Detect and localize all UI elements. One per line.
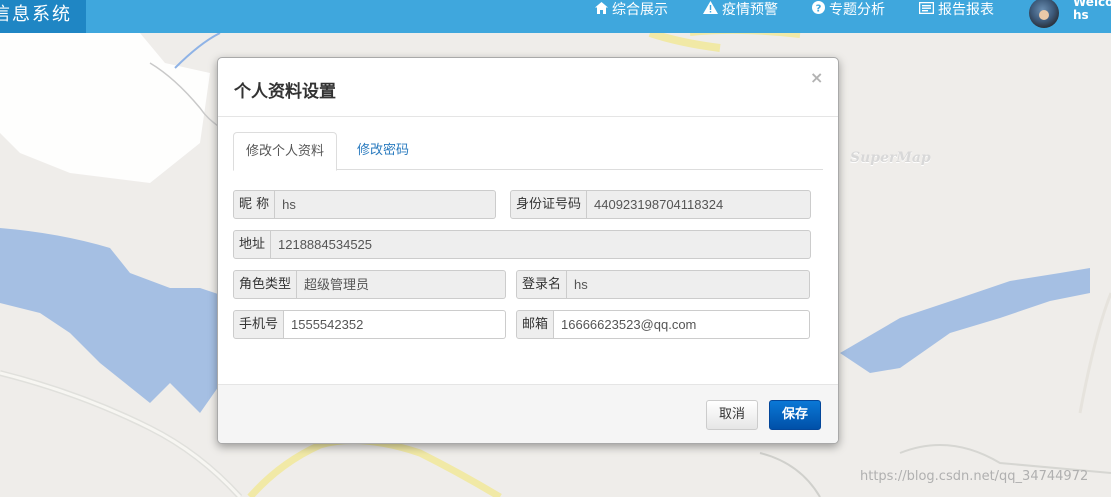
- save-button[interactable]: 保存: [769, 400, 822, 430]
- user-avatar[interactable]: [1029, 0, 1059, 28]
- address-input[interactable]: 1218884534525: [271, 230, 811, 259]
- nav-item-overview-label: 综合展示: [612, 2, 668, 18]
- phone-field: 手机号 1555542352: [233, 310, 506, 339]
- report-icon: [918, 0, 935, 20]
- modal-title: 个人资料设置: [234, 82, 336, 102]
- app-brand-text: 信息系统: [0, 4, 72, 25]
- role-input[interactable]: 超级管理员: [297, 270, 506, 299]
- role-label: 角色类型: [233, 270, 298, 299]
- address-label: 地址: [233, 230, 272, 259]
- nickname-label: 昵 称: [233, 190, 276, 219]
- profile-settings-modal: 个人资料设置 × 修改个人资料 修改密码 昵 称 hs 身份证号码 440923…: [217, 57, 839, 444]
- nav-item-reports[interactable]: 报告报表: [918, 0, 994, 20]
- id-number-label: 身份证号码: [510, 190, 588, 219]
- login-name-field: 登录名 hs: [516, 270, 810, 299]
- nav-item-analysis-label: 专题分析: [829, 2, 885, 18]
- modal-header: 个人资料设置 ×: [218, 58, 838, 117]
- phone-input[interactable]: 1555542352: [284, 310, 506, 339]
- modal-tabs: 修改个人资料 修改密码: [233, 132, 823, 171]
- tab-edit-profile[interactable]: 修改个人资料: [233, 132, 338, 171]
- nav-item-warning-label: 疫情预警: [722, 2, 778, 18]
- nickname-field: 昵 称 hs: [233, 190, 496, 219]
- email-input[interactable]: 16666623523@qq.com: [554, 310, 810, 339]
- email-label: 邮箱: [516, 310, 555, 339]
- tab-change-password[interactable]: 修改密码: [345, 132, 421, 170]
- nav-item-warning[interactable]: 疫情预警: [703, 0, 778, 20]
- question-circle-icon: ?: [812, 0, 825, 20]
- user-name: hs: [1073, 8, 1089, 22]
- supermap-watermark: SuperMap: [850, 150, 931, 166]
- warning-icon: [703, 0, 718, 20]
- address-field: 地址 1218884534525: [233, 230, 811, 259]
- cancel-button[interactable]: 取消: [706, 400, 759, 430]
- home-icon: [595, 0, 608, 20]
- email-field: 邮箱 16666623523@qq.com: [516, 310, 810, 339]
- nav-item-overview[interactable]: 综合展示: [595, 0, 668, 20]
- role-field: 角色类型 超级管理员: [233, 270, 506, 299]
- login-name-label: 登录名: [516, 270, 568, 299]
- app-brand[interactable]: 信息系统: [0, 0, 86, 33]
- svg-text:?: ?: [816, 4, 822, 15]
- id-number-field: 身份证号码 440923198704118324: [510, 190, 811, 219]
- user-welcome[interactable]: Welcome hs: [1073, 0, 1111, 22]
- id-number-input[interactable]: 440923198704118324: [587, 190, 811, 219]
- phone-label: 手机号: [233, 310, 285, 339]
- close-icon[interactable]: ×: [810, 68, 823, 87]
- nav-item-analysis[interactable]: ? 专题分析: [812, 0, 885, 20]
- top-navbar: 信息系统 综合展示 疫情预警 ? 专题分析 报告报表 Welcome hs: [0, 0, 1111, 33]
- nickname-input[interactable]: hs: [275, 190, 496, 219]
- modal-footer: 取消 保存: [218, 384, 838, 443]
- nav-item-reports-label: 报告报表: [938, 2, 994, 18]
- source-watermark: https://blog.csdn.net/qq_34744972: [860, 469, 1089, 484]
- login-name-input[interactable]: hs: [567, 270, 810, 299]
